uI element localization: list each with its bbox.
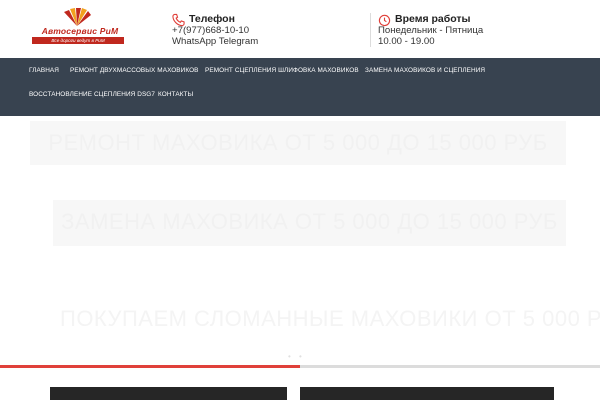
messengers[interactable]: WhatsApp Telegram: [172, 36, 258, 47]
hero-banner-repair: РЕМОНТ МАХОВИКА ОТ 5 000 ДО 15 000 РУБ: [30, 121, 566, 165]
site-header: Автосервис РиМ Все дороги ведут в РиМ Те…: [0, 0, 600, 58]
logo-tagline: Все дороги ведут в РиМ: [32, 37, 124, 44]
service-card-left[interactable]: [50, 387, 287, 400]
hero-slider: РЕМОНТ МАХОВИКА ОТ 5 000 ДО 15 000 РУБ З…: [0, 116, 600, 366]
slider-progress-fill: [0, 365, 300, 368]
header-divider: [370, 13, 371, 47]
phone-number[interactable]: +7(977)668-10-10: [172, 25, 249, 36]
nav-item-dual-mass-repair[interactable]: Ремонт двухмассовых маховиков: [70, 67, 199, 75]
service-card-right[interactable]: [300, 387, 554, 400]
banner-replacement-text: ЗАМЕНА МАХОВИКА ОТ 5 000 ДО 15 000 РУБ: [61, 209, 558, 234]
hero-banner-replacement: ЗАМЕНА МАХОВИКА ОТ 5 000 ДО 15 000 РУБ: [53, 200, 566, 246]
phone-title: Телефон: [189, 13, 235, 25]
slider-dots[interactable]: • •: [288, 352, 305, 361]
hero-caption: ПОКУПАЕМ СЛОМАННЫЕ МАХОВИКИ ОТ 5 000 РУБ: [60, 306, 600, 331]
hours-title: Время работы: [395, 13, 471, 25]
site-logo[interactable]: Автосервис РиМ Все дороги ведут в РиМ: [26, 8, 130, 46]
slider-progress: [0, 365, 600, 368]
main-nav: Главная Ремонт двухмассовых маховиков Ре…: [0, 58, 600, 116]
logo-name: Автосервис РиМ: [41, 26, 119, 36]
nav-item-replacement[interactable]: Замена маховиков и сцепления: [365, 67, 485, 75]
hours-days: Понедельник - Пятница: [378, 25, 484, 36]
banner-repair-text: РЕМОНТ МАХОВИКА ОТ 5 000 ДО 15 000 РУБ: [48, 130, 548, 155]
nav-item-dsg7[interactable]: Восстановление сцепления DSG7: [29, 91, 155, 99]
hours-time: 10.00 - 19.00: [378, 36, 435, 47]
nav-item-contacts[interactable]: Контакты: [158, 91, 193, 99]
nav-item-home[interactable]: Главная: [29, 67, 59, 75]
nav-item-clutch-repair[interactable]: Ремонт сцепления шлифовка маховиков: [205, 67, 359, 75]
sunburst-icon: [64, 8, 91, 26]
